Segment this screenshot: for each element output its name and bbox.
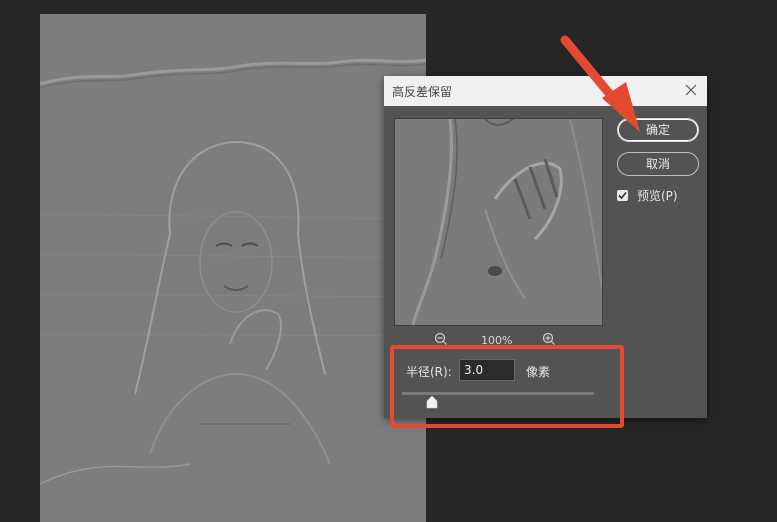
preview-label: 预览(P)	[637, 188, 678, 203]
zoom-in-icon	[542, 332, 555, 345]
red-arrow-icon	[560, 35, 640, 132]
annotation-arrow	[540, 32, 660, 146]
preview-checkbox-box[interactable]	[617, 189, 628, 201]
cancel-button[interactable]: 取消	[617, 152, 699, 176]
dialog-title: 高反差保留	[392, 85, 453, 99]
preview-photo	[395, 119, 602, 325]
preview-image[interactable]	[394, 118, 603, 326]
close-icon	[685, 84, 697, 96]
checkmark-icon	[618, 191, 627, 199]
canvas-image	[40, 14, 426, 522]
filtered-photo	[40, 14, 426, 522]
preview-checkbox[interactable]: 预览(P)	[617, 187, 678, 203]
zoom-out-icon	[434, 332, 447, 345]
annotation-highlight-box	[390, 345, 624, 428]
close-button[interactable]	[681, 80, 701, 100]
